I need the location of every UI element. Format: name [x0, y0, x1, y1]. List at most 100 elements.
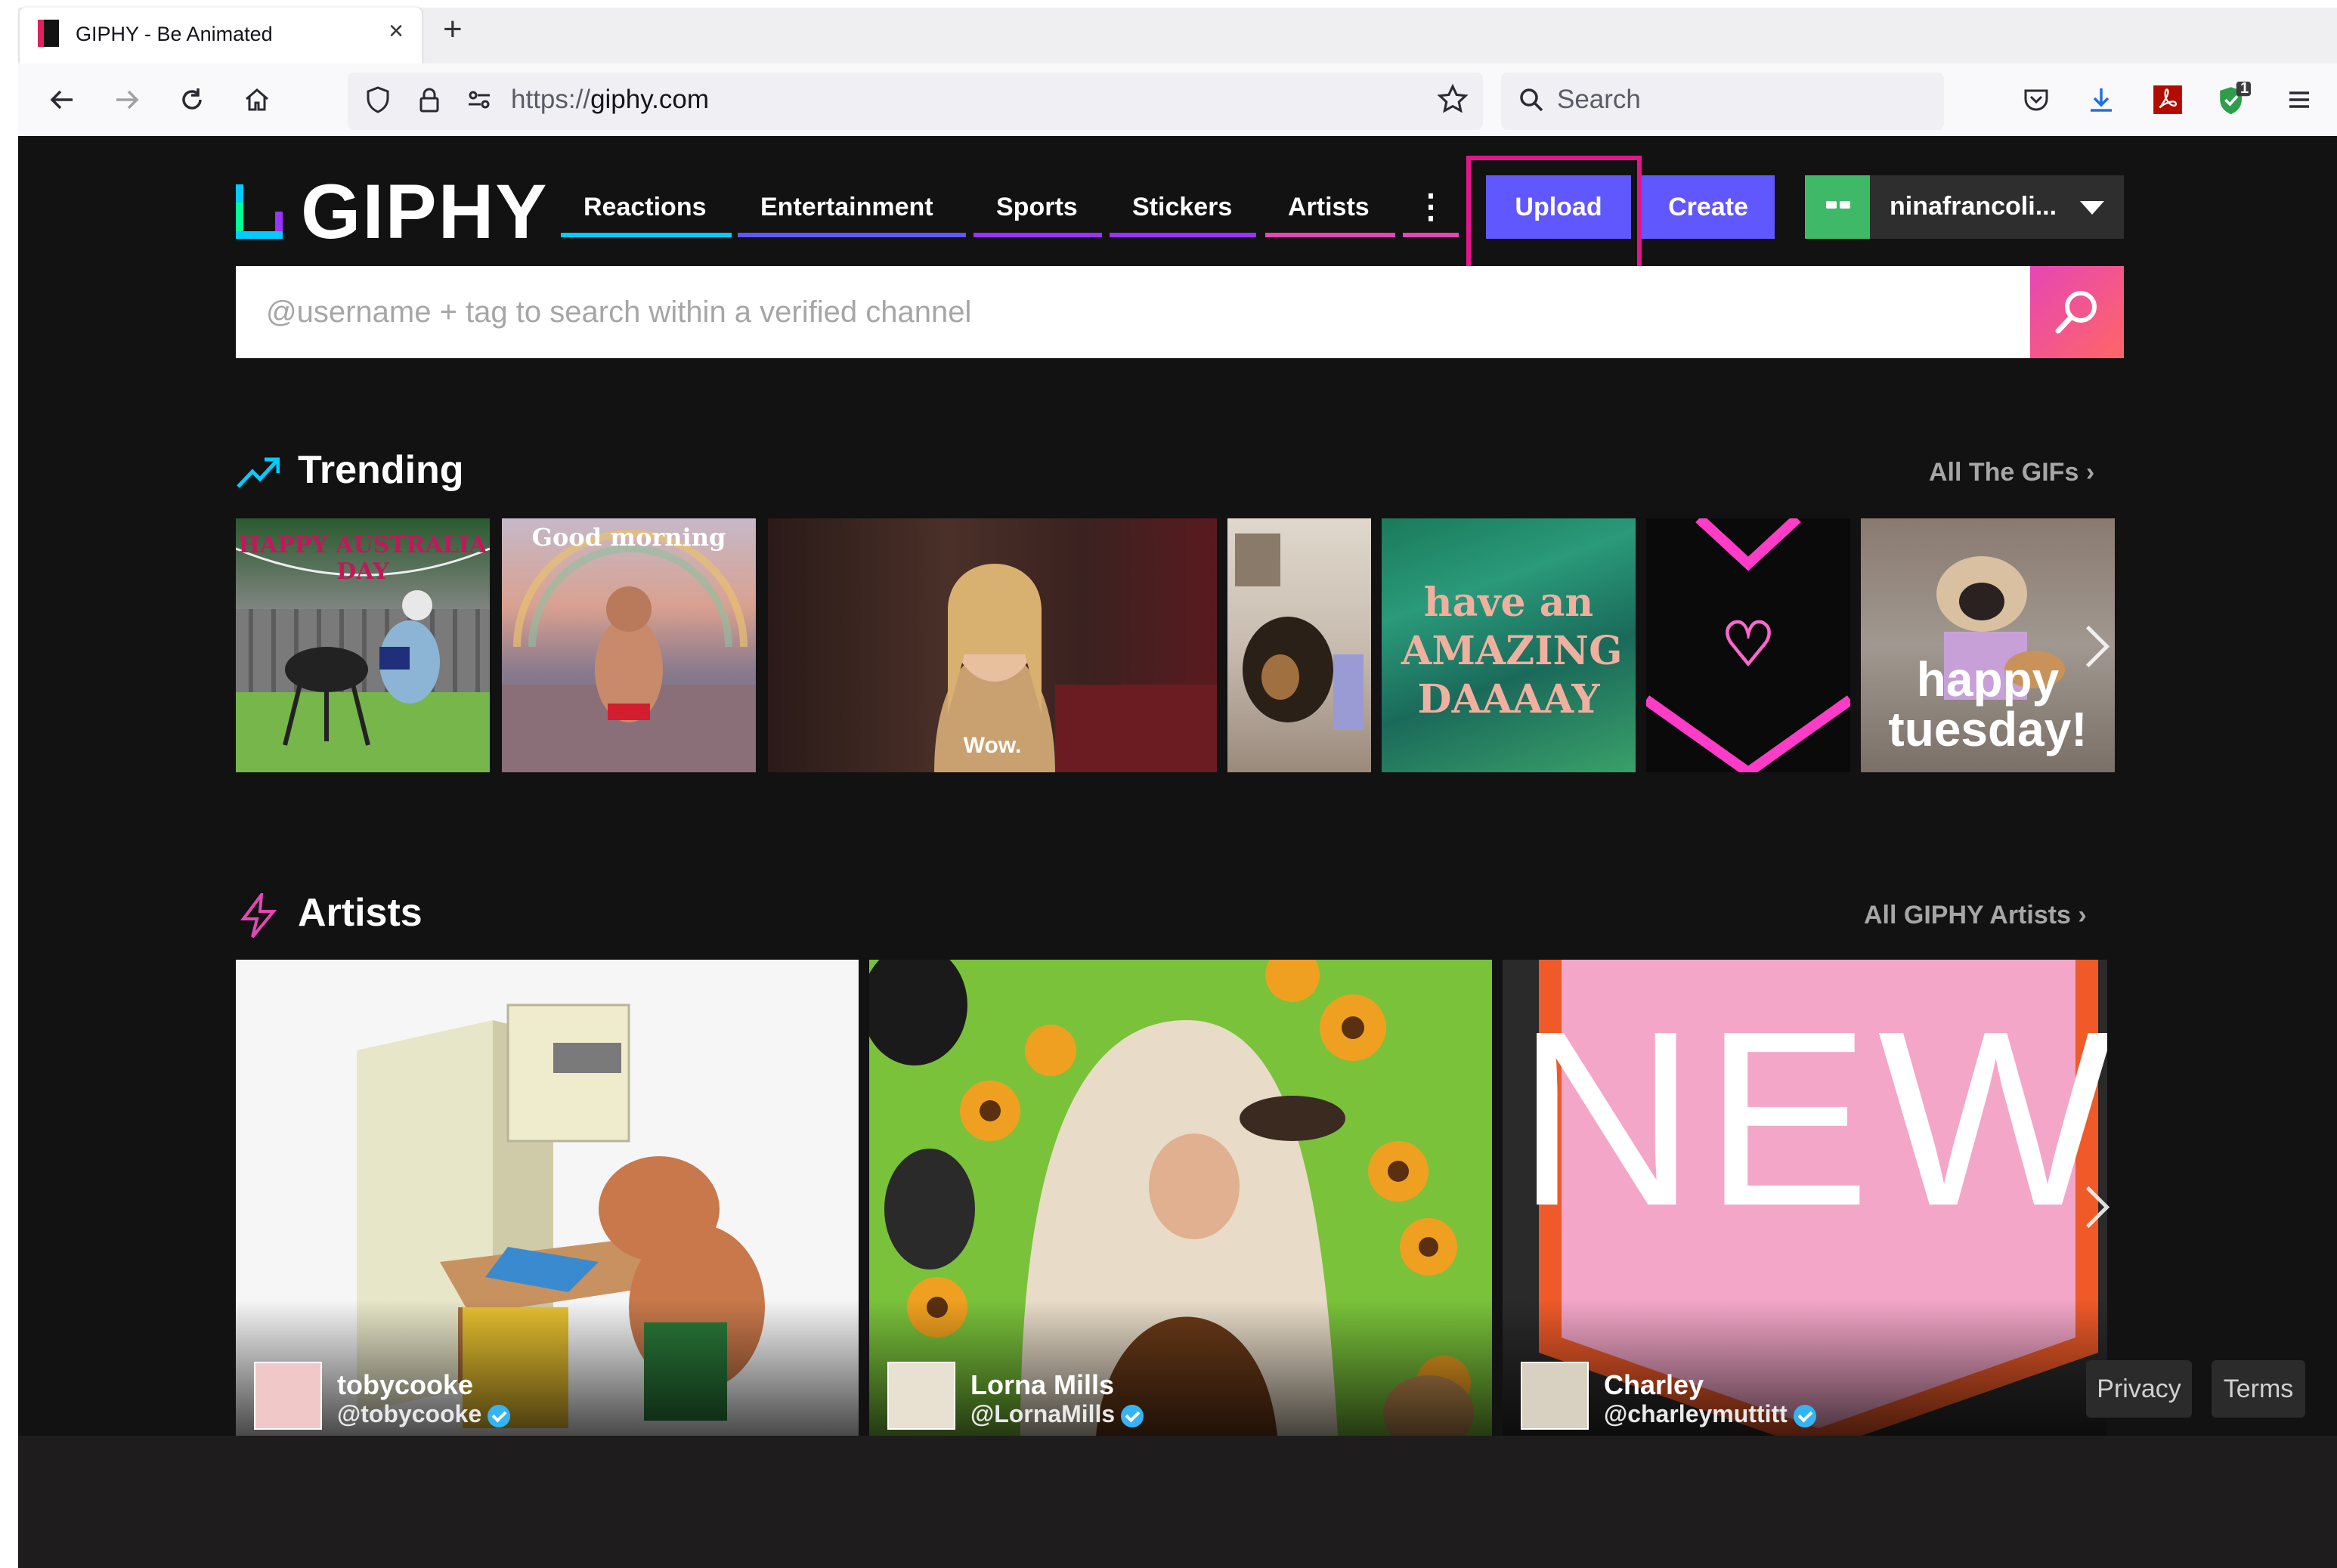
user-menu[interactable]: ninafrancoli...	[1805, 175, 2124, 239]
star-icon	[1437, 83, 1469, 113]
username-label: ninafrancoli...	[1890, 192, 2057, 221]
artist-name: Lorna Mills	[970, 1369, 1115, 1400]
nav-underline	[1403, 233, 1459, 237]
upload-button[interactable]: Upload	[1486, 175, 1631, 239]
trending-gif-4[interactable]	[1227, 518, 1371, 772]
create-button[interactable]: Create	[1642, 175, 1775, 239]
new-art-text: NEW	[1516, 979, 2107, 1257]
nav-underline	[561, 233, 732, 237]
artist-handle-text: @charleymuttitt	[1604, 1400, 1788, 1427]
chevron-right-icon: ›	[2085, 458, 2095, 487]
giphy-favicon-icon	[38, 20, 59, 47]
avatar	[1805, 175, 1870, 239]
gif-caption: have an AMAZING DAAAAY	[1401, 580, 1623, 722]
trending-heading: Trending	[298, 448, 464, 492]
download-icon	[2091, 88, 2112, 112]
downloads-button[interactable]	[2080, 79, 2122, 121]
nav-item-sports[interactable]: Sports	[973, 189, 1102, 237]
verified-badge-icon	[1121, 1404, 1144, 1427]
search-icon	[1520, 88, 1543, 112]
artist-handle-text: @LornaMills	[970, 1400, 1116, 1427]
nav-item-artists[interactable]: Artists	[1265, 189, 1395, 237]
nav-underline	[1265, 233, 1395, 237]
page-bottom-band	[18, 1436, 2337, 1568]
shield-icon	[367, 86, 389, 113]
permissions-button[interactable]	[458, 79, 500, 121]
artists-heading: Artists	[298, 891, 423, 935]
artist-handle-text: @tobycooke	[337, 1400, 482, 1427]
gif-caption: Wow.	[963, 733, 1022, 758]
search-icon-wrap	[1510, 79, 1552, 121]
dog-illustration	[1235, 533, 1364, 730]
all-gifs-link[interactable]: All The GIFs ›	[1929, 458, 2094, 487]
extension-badge-count: 1	[2240, 80, 2249, 97]
artist-card-charley[interactable]: NEW Charley @charleymuttitt	[1503, 960, 2107, 1436]
browser-search-placeholder: Search	[1557, 85, 1641, 114]
artist-avatar	[887, 1362, 955, 1430]
nav-item-stickers[interactable]: Stickers	[1110, 189, 1256, 237]
pocket-icon	[2024, 89, 2048, 111]
lightning-bolt-icon	[240, 893, 277, 939]
chevron-right-icon: ›	[2078, 901, 2087, 929]
artist-card-lorna-mills[interactable]: Lorna Mills @LornaMills	[869, 960, 1492, 1436]
search-submit-button[interactable]	[2030, 266, 2124, 358]
browser-tab[interactable]: GIPHY - Be Animated ×	[20, 8, 422, 63]
hamburger-menu-icon	[2289, 91, 2309, 108]
app-menu-button[interactable]	[2278, 79, 2320, 121]
trending-gif-2[interactable]: Good morning	[502, 518, 756, 772]
gif-caption: ♡	[1721, 611, 1775, 678]
search-icon	[2055, 291, 2097, 334]
pdf-extension-icon	[2153, 85, 2182, 114]
nav-item-reactions[interactable]: Reactions	[561, 189, 732, 237]
giphy-logo-mark-icon[interactable]	[236, 184, 283, 239]
privacy-button[interactable]: Privacy	[2086, 1360, 2192, 1418]
verified-badge-icon	[488, 1404, 511, 1427]
trending-gif-5[interactable]: have an AMAZING DAAAAY	[1382, 518, 1636, 772]
nav-more-button[interactable]: ⋮	[1403, 189, 1459, 237]
gif-caption: happy tuesday!	[1888, 652, 2088, 756]
back-button[interactable]	[41, 79, 83, 121]
forward-button[interactable]	[106, 79, 148, 121]
search-input[interactable]	[236, 266, 2030, 358]
all-artists-link[interactable]: All GIPHY Artists ›	[1864, 901, 2087, 930]
verified-badge-icon	[1793, 1404, 1816, 1427]
all-artists-label: All GIPHY Artists	[1864, 901, 2071, 929]
card-gradient	[869, 1300, 1492, 1436]
artist-avatar	[1521, 1362, 1589, 1430]
site-security-button[interactable]	[408, 79, 450, 121]
artist-name: tobycooke	[337, 1369, 474, 1400]
nav-underline	[973, 233, 1102, 237]
artist-handle: @charleymuttitt	[1604, 1400, 1816, 1428]
avatar-eye-icon	[1826, 201, 1837, 209]
permissions-sliders-icon	[469, 91, 490, 109]
trending-gif-1[interactable]: HAPPY AUSTRALIA DAY	[236, 518, 490, 772]
pocket-button[interactable]	[2015, 79, 2057, 121]
artist-avatar	[254, 1362, 322, 1430]
nav-item-label: Stickers	[1132, 193, 1233, 221]
giphy-search-field[interactable]	[236, 266, 2030, 358]
home-button[interactable]	[236, 79, 278, 121]
new-tab-button[interactable]: +	[443, 11, 463, 48]
pdf-extension-button[interactable]	[2147, 79, 2189, 121]
forward-arrow-icon	[116, 90, 139, 110]
trending-gif-3[interactable]: Wow.	[768, 518, 1217, 772]
shield-extension-button[interactable]: 1	[2212, 79, 2254, 121]
url-text[interactable]: https://giphy.com	[511, 85, 709, 115]
nav-item-label: Artists	[1288, 193, 1370, 221]
tracking-protection-button[interactable]	[357, 79, 399, 121]
terms-button[interactable]: Terms	[2212, 1360, 2305, 1418]
close-tab-icon[interactable]: ×	[388, 17, 404, 46]
all-gifs-label: All The GIFs	[1929, 458, 2079, 487]
artist-card-tobycooke[interactable]: tobycooke @tobycooke	[236, 960, 859, 1436]
trending-arrow-icon	[237, 457, 280, 488]
artist-handle: @tobycooke	[337, 1400, 511, 1428]
nav-item-entertainment[interactable]: Entertainment	[738, 189, 966, 237]
url-host: giphy.com	[590, 85, 709, 114]
artist-handle: @LornaMills	[970, 1400, 1144, 1428]
reload-icon	[182, 88, 202, 110]
nav-item-label: Sports	[996, 193, 1078, 221]
reload-button[interactable]	[171, 79, 213, 121]
trending-gif-6[interactable]: ♡	[1646, 518, 1850, 772]
giphy-logo-text[interactable]: GIPHY	[301, 168, 548, 256]
bookmark-button[interactable]	[1432, 79, 1474, 121]
